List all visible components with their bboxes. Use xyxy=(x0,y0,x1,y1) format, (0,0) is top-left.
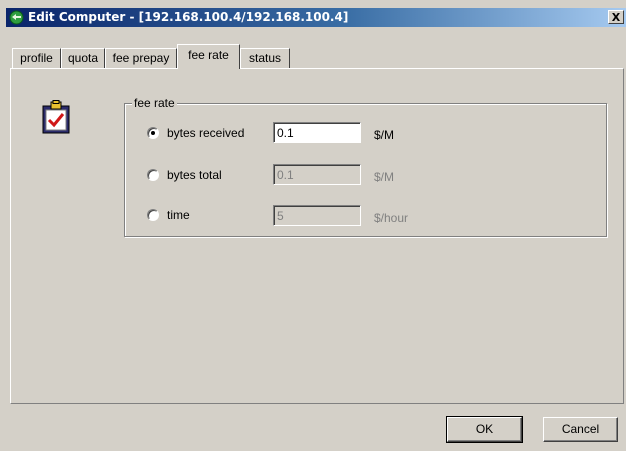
ok-button[interactable]: OK xyxy=(446,416,523,443)
cancel-button[interactable]: Cancel xyxy=(543,417,618,442)
clipboard-check-icon xyxy=(42,100,70,134)
bytes-total-label[interactable]: bytes total xyxy=(167,168,222,182)
fee-rate-group-title: fee rate xyxy=(132,96,177,110)
time-label[interactable]: time xyxy=(167,208,190,222)
tab-status[interactable]: status xyxy=(240,48,290,68)
bytes-received-rate-input[interactable] xyxy=(273,122,361,143)
bytes-received-unit: $/M xyxy=(374,128,395,142)
bytes-total-radio[interactable] xyxy=(147,169,159,181)
window-title: Edit Computer - [192.168.100.4/192.168.1… xyxy=(28,10,349,24)
time-rate-input xyxy=(273,205,361,226)
time-radio[interactable] xyxy=(147,209,159,221)
bytes-total-unit: $/M xyxy=(374,170,395,184)
bytes-received-label[interactable]: bytes received xyxy=(167,126,244,140)
computer-network-icon xyxy=(9,10,24,25)
bytes-received-radio[interactable] xyxy=(147,127,159,139)
tab-profile[interactable]: profile xyxy=(12,48,61,68)
time-unit: $/hour xyxy=(374,211,409,225)
title-bar[interactable]: Edit Computer - [192.168.100.4/192.168.1… xyxy=(6,8,626,27)
bytes-total-rate-input xyxy=(273,164,361,185)
tab-fee-prepay[interactable]: fee prepay xyxy=(105,48,177,68)
edit-computer-dialog: Edit Computer - [192.168.100.4/192.168.1… xyxy=(0,0,626,451)
tab-quota[interactable]: quota xyxy=(61,48,105,68)
tab-fee-rate[interactable]: fee rate xyxy=(177,44,240,69)
close-button[interactable]: X xyxy=(608,10,624,24)
